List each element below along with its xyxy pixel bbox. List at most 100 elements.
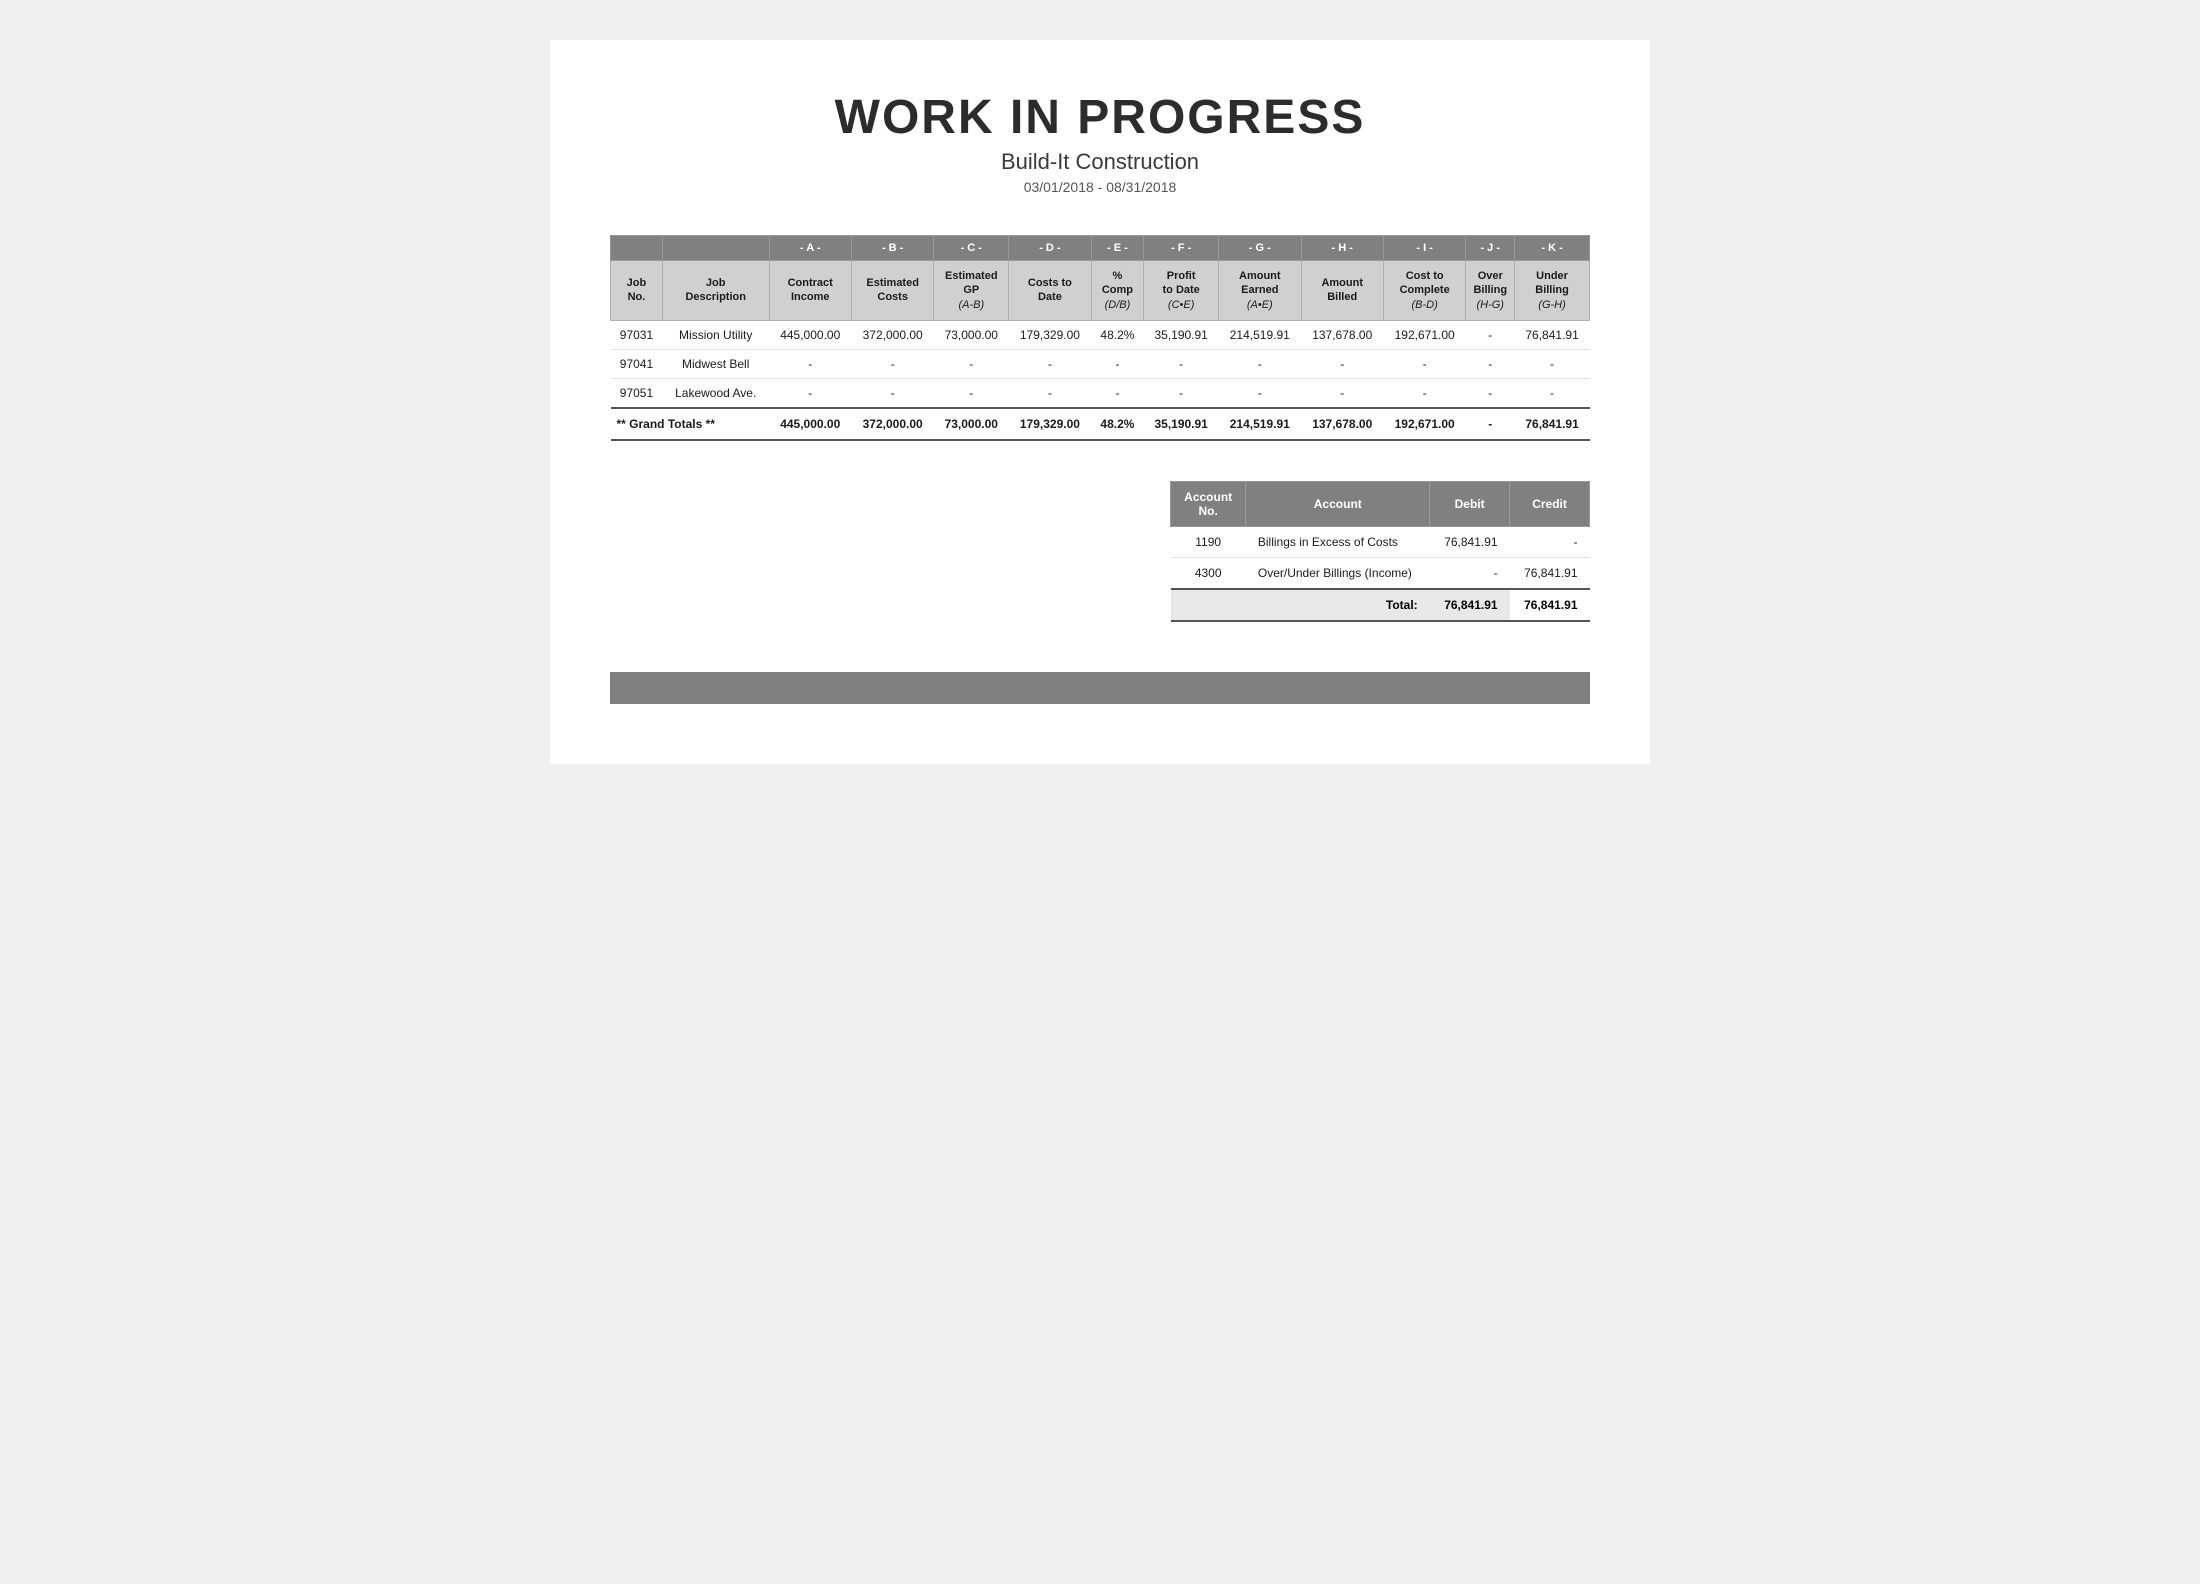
total-amount-earned: 214,519.91 [1219,408,1301,440]
job-no: 97031 [611,320,663,349]
grand-totals-row: ** Grand Totals ** 445,000.00 372,000.00… [611,408,1590,440]
col-label-f: - F - [1144,236,1219,261]
col-header-est-costs: EstimatedCosts [851,261,933,321]
col-header-account: Account [1246,481,1430,526]
contract-income: 445,000.00 [769,320,851,349]
col-header-amount-billed: AmountBilled [1301,261,1383,321]
total-over-billing: - [1466,408,1515,440]
account-name: Billings in Excess of Costs [1246,526,1430,557]
col-header-amount-earned: AmountEarned(A•E) [1219,261,1301,321]
est-gp: - [934,378,1009,408]
account-table: AccountNo. Account Debit Credit 1190 Bil… [1170,481,1590,622]
col-header-account-no: AccountNo. [1171,481,1246,526]
table-row: 97041 Midwest Bell - - - - - - - - - - - [611,349,1590,378]
est-gp: 73,000.00 [934,320,1009,349]
col-label-i: - I - [1383,236,1465,261]
amount-earned: - [1219,349,1301,378]
total-est-gp: 73,000.00 [934,408,1009,440]
table-row: 97051 Lakewood Ave. - - - - - - - - - - … [611,378,1590,408]
footer-bar [610,672,1590,704]
main-table: - A - - B - - C - - D - - E - - F - - G … [610,235,1590,441]
grand-totals-label: ** Grand Totals ** [611,408,770,440]
col-label-h: - H - [1301,236,1383,261]
profit-to-date: - [1144,378,1219,408]
cost-to-complete: 192,671.00 [1383,320,1465,349]
col-header-credit: Credit [1510,481,1590,526]
col-header-costs-to-date: Costs toDate [1009,261,1091,321]
table-row: 97031 Mission Utility 445,000.00 372,000… [611,320,1590,349]
total-under-billing: 76,841.91 [1515,408,1590,440]
account-table-body: 1190 Billings in Excess of Costs 76,841.… [1171,526,1590,589]
amount-earned: - [1219,378,1301,408]
account-total-credit: 76,841.91 [1510,589,1590,621]
col-label-a: - A - [769,236,851,261]
col-header-debit: Debit [1430,481,1510,526]
contract-income: - [769,349,851,378]
col-label-k: - K - [1515,236,1590,261]
costs-to-date: - [1009,378,1091,408]
col-header-cost-to-complete: Cost toComplete(B-D) [1383,261,1465,321]
table-footer: ** Grand Totals ** 445,000.00 372,000.00… [611,408,1590,440]
total-pct-comp: 48.2% [1091,408,1144,440]
col-label-empty-1 [611,236,663,261]
debit-value: 76,841.91 [1430,526,1510,557]
account-table-row: 1190 Billings in Excess of Costs 76,841.… [1171,526,1590,557]
under-billing: - [1515,349,1590,378]
est-costs: - [851,378,933,408]
total-profit-to-date: 35,190.91 [1144,408,1219,440]
col-label-b: - B - [851,236,933,261]
col-label-d: - D - [1009,236,1091,261]
account-no: 4300 [1171,557,1246,589]
col-label-j: - J - [1466,236,1515,261]
contract-income: - [769,378,851,408]
date-range: 03/01/2018 - 08/31/2018 [610,179,1590,195]
account-total-debit: 76,841.91 [1430,589,1510,621]
cost-to-complete: - [1383,349,1465,378]
column-headers-row: JobNo. JobDescription ContractIncome Est… [611,261,1590,321]
costs-to-date: - [1009,349,1091,378]
account-table-footer: Total: 76,841.91 76,841.91 [1171,589,1590,621]
col-header-profit-to-date: Profitto Date(C•E) [1144,261,1219,321]
account-table-header-row: AccountNo. Account Debit Credit [1171,481,1590,526]
under-billing: - [1515,378,1590,408]
account-total-label: Total: [1171,589,1430,621]
col-label-e: - E - [1091,236,1144,261]
total-contract-income: 445,000.00 [769,408,851,440]
col-header-under-billing: UnderBilling(G-H) [1515,261,1590,321]
est-gp: - [934,349,1009,378]
job-description: Mission Utility [662,320,769,349]
account-name: Over/Under Billings (Income) [1246,557,1430,589]
col-label-empty-2 [662,236,769,261]
job-description: Lakewood Ave. [662,378,769,408]
account-table-row: 4300 Over/Under Billings (Income) - 76,8… [1171,557,1590,589]
over-billing: - [1466,349,1515,378]
col-header-contract-income: ContractIncome [769,261,851,321]
col-label-c: - C - [934,236,1009,261]
profit-to-date: 35,190.91 [1144,320,1219,349]
cost-to-complete: - [1383,378,1465,408]
col-header-job-no: JobNo. [611,261,663,321]
pct-comp: - [1091,349,1144,378]
job-no: 97041 [611,349,663,378]
over-billing: - [1466,320,1515,349]
under-billing: 76,841.91 [1515,320,1590,349]
pct-comp: - [1091,378,1144,408]
credit-value: 76,841.91 [1510,557,1590,589]
amount-earned: 214,519.91 [1219,320,1301,349]
debit-value: - [1430,557,1510,589]
over-billing: - [1466,378,1515,408]
col-header-pct-comp: %Comp(D/B) [1091,261,1144,321]
table-body: 97031 Mission Utility 445,000.00 372,000… [611,320,1590,408]
pct-comp: 48.2% [1091,320,1144,349]
page-title: WORK IN PROGRESS [610,90,1590,145]
col-header-over-billing: OverBilling(H-G) [1466,261,1515,321]
account-no: 1190 [1171,526,1246,557]
col-label-g: - G - [1219,236,1301,261]
column-labels-row: - A - - B - - C - - D - - E - - F - - G … [611,236,1590,261]
amount-billed: 137,678.00 [1301,320,1383,349]
est-costs: 372,000.00 [851,320,933,349]
est-costs: - [851,349,933,378]
credit-value: - [1510,526,1590,557]
total-cost-to-complete: 192,671.00 [1383,408,1465,440]
bottom-section: AccountNo. Account Debit Credit 1190 Bil… [610,481,1590,622]
